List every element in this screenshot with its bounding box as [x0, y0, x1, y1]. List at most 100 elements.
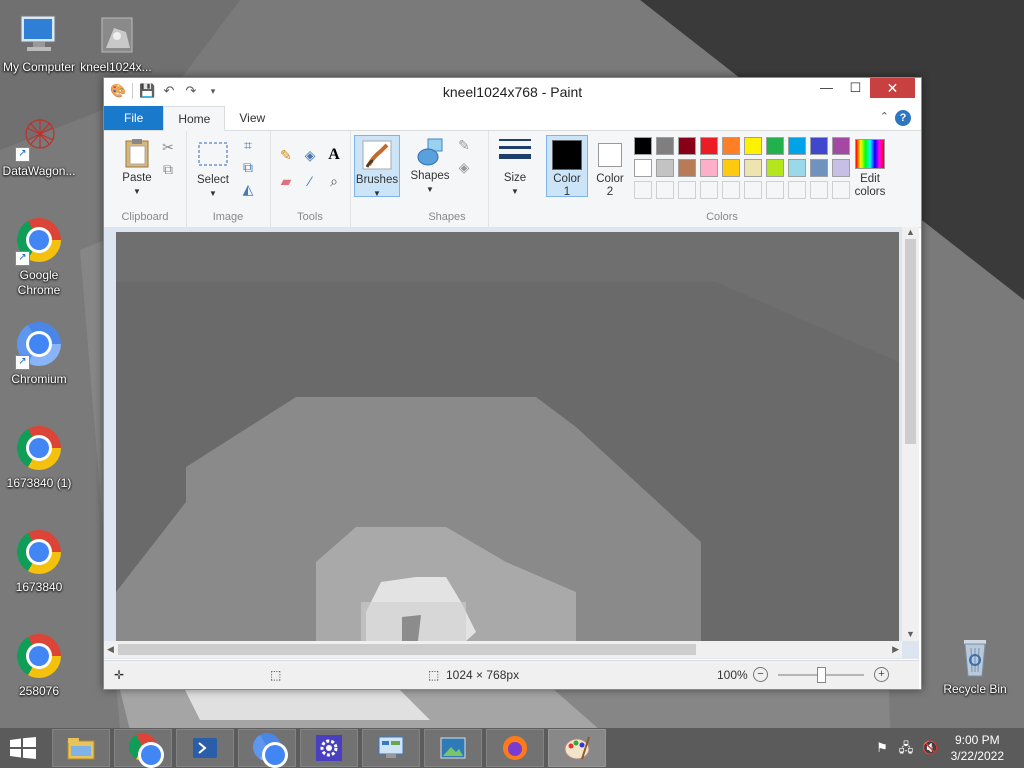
palette-swatch[interactable]	[634, 159, 652, 177]
palette-swatch[interactable]	[810, 137, 828, 155]
select-button[interactable]: Select ▼	[192, 139, 234, 200]
desktop-icon-google-chrome[interactable]: ↗ Google Chrome	[1, 216, 77, 298]
palette-swatch[interactable]	[656, 159, 674, 177]
taskbar-settings[interactable]	[300, 729, 358, 767]
tab-home[interactable]: Home	[163, 106, 226, 131]
palette-swatch[interactable]	[788, 137, 806, 155]
network-icon[interactable]: 🖧	[898, 740, 914, 756]
crop-icon[interactable]: ⌗	[240, 137, 256, 153]
zoom-out-icon[interactable]: −	[753, 667, 768, 682]
palette-swatch[interactable]	[722, 137, 740, 155]
palette-swatch-empty[interactable]	[744, 181, 762, 199]
shortcut-arrow-icon: ↗	[15, 355, 30, 370]
cut-icon[interactable]: ✂	[160, 139, 176, 155]
taskbar-paint[interactable]	[548, 729, 606, 767]
taskbar-photos[interactable]	[424, 729, 482, 767]
color2-button[interactable]: Color 2	[590, 135, 630, 198]
pencil-icon[interactable]: ✎	[278, 147, 294, 163]
palette-swatch-empty[interactable]	[656, 181, 674, 199]
fill-bucket-icon[interactable]: ◈	[302, 147, 318, 163]
palette-swatch[interactable]	[700, 159, 718, 177]
brushes-button[interactable]: Brushes ▼	[354, 135, 400, 198]
edit-colors-button[interactable]: Edit colors	[848, 139, 892, 199]
chevron-up-icon[interactable]: ⌃	[880, 110, 889, 123]
palette-swatch-empty[interactable]	[722, 181, 740, 199]
desktop-icon-1673840-1[interactable]: 1673840 (1)	[1, 424, 77, 491]
taskbar-file-explorer[interactable]	[52, 729, 110, 767]
taskbar-control-panel[interactable]	[362, 729, 420, 767]
copy-icon[interactable]: ⧉	[160, 161, 176, 177]
palette-swatch[interactable]	[678, 137, 696, 155]
tab-view[interactable]: View	[225, 106, 279, 130]
taskbar-powershell[interactable]	[176, 729, 234, 767]
minimize-button[interactable]: —	[812, 78, 841, 98]
palette-swatch[interactable]	[810, 159, 828, 177]
scroll-left-arrow-icon[interactable]: ◀	[107, 644, 114, 655]
palette-swatch[interactable]	[700, 137, 718, 155]
palette-swatch[interactable]	[766, 159, 784, 177]
desktop-icon-my-computer[interactable]: My Computer	[1, 10, 77, 75]
zoom-level: 100%	[717, 668, 748, 682]
zoom-slider-thumb[interactable]	[817, 667, 826, 683]
image-group-label: Image	[212, 211, 244, 223]
clock-date: 3/22/2022	[950, 749, 1004, 763]
palette-swatch[interactable]	[766, 137, 784, 155]
palette-swatch[interactable]	[722, 159, 740, 177]
chevron-down-icon: ▼	[511, 187, 519, 196]
palette-swatch-empty[interactable]	[788, 181, 806, 199]
taskbar-chromium[interactable]	[238, 729, 296, 767]
title-bar[interactable]: 🎨 💾 ↶ ↷ ▾ kneel1024x768 - Paint — ☐ ✕	[104, 78, 921, 106]
start-button[interactable]	[8, 737, 38, 759]
scroll-up-arrow-icon[interactable]: ▲	[906, 227, 915, 237]
maximize-button[interactable]: ☐	[841, 78, 870, 98]
cursor-position-icon: ✛	[114, 668, 125, 682]
vertical-scroll-thumb[interactable]	[905, 239, 916, 444]
vertical-scrollbar[interactable]: ▲ ▼	[902, 227, 919, 641]
help-icon[interactable]: ?	[895, 110, 911, 126]
palette-swatch-empty[interactable]	[810, 181, 828, 199]
desktop-icon-1673840[interactable]: 1673840	[1, 528, 77, 595]
drawing-canvas[interactable]	[116, 232, 899, 641]
paste-button[interactable]: Paste ▼	[112, 137, 162, 198]
horizontal-scroll-thumb[interactable]	[118, 644, 696, 655]
shapes-button[interactable]: Shapes ▼	[410, 135, 450, 196]
palette-swatch-empty[interactable]	[634, 181, 652, 199]
scroll-right-arrow-icon[interactable]: ▶	[892, 644, 899, 655]
rotate-icon[interactable]: ◭	[240, 181, 256, 197]
taskbar-chrome[interactable]	[114, 729, 172, 767]
outline-icon[interactable]: ✎	[456, 137, 472, 153]
palette-swatch[interactable]	[678, 159, 696, 177]
palette-swatch[interactable]	[656, 137, 674, 155]
palette-swatch[interactable]	[744, 137, 762, 155]
close-button[interactable]: ✕	[870, 78, 915, 98]
chevron-down-icon: ▼	[133, 187, 141, 196]
text-icon[interactable]: A	[326, 147, 342, 163]
desktop-icon-label: 1673840	[15, 580, 63, 594]
fill-icon[interactable]: ◈	[456, 159, 472, 175]
desktop-icon-chromium[interactable]: ↗ Chromium	[1, 320, 77, 387]
resize-icon[interactable]: ⧉	[240, 159, 256, 175]
tab-file[interactable]: File	[104, 106, 164, 130]
desktop-icon-datawagon[interactable]: ↗ DataWagon...	[1, 114, 77, 179]
zoom-in-icon[interactable]: +	[874, 667, 889, 682]
desktop-icon-recycle-bin[interactable]: Recycle Bin	[937, 632, 1013, 697]
palette-swatch[interactable]	[634, 137, 652, 155]
scroll-down-arrow-icon[interactable]: ▼	[906, 629, 915, 639]
system-clock[interactable]: 9:00 PM 3/22/2022	[951, 732, 1004, 764]
palette-swatch[interactable]	[744, 159, 762, 177]
magnifier-icon[interactable]: ⌕	[326, 173, 342, 189]
palette-swatch-empty[interactable]	[678, 181, 696, 199]
action-center-flag-icon[interactable]: ⚑	[874, 740, 890, 756]
desktop-icon-258076[interactable]: 258076	[1, 632, 77, 699]
eraser-icon[interactable]: ▰	[278, 173, 294, 189]
horizontal-scrollbar[interactable]: ◀ ▶	[104, 641, 902, 658]
color1-button[interactable]: Color 1	[546, 135, 588, 198]
palette-swatch-empty[interactable]	[766, 181, 784, 199]
palette-swatch-empty[interactable]	[700, 181, 718, 199]
color-picker-icon[interactable]: ⁄	[302, 173, 318, 189]
taskbar-firefox[interactable]	[486, 729, 544, 767]
volume-muted-icon[interactable]: 🔇	[922, 740, 938, 756]
size-button[interactable]: Size ▼	[494, 137, 536, 198]
desktop-icon-image-file[interactable]: kneel1024x...	[78, 10, 154, 75]
palette-swatch[interactable]	[788, 159, 806, 177]
